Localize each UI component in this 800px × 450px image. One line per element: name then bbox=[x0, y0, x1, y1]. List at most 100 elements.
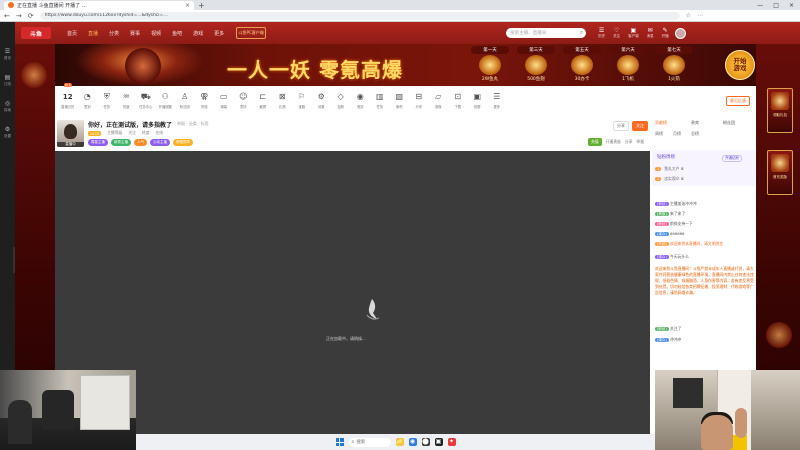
tab-month[interactable]: 月榜 bbox=[673, 131, 681, 137]
nav-item[interactable]: 首页 bbox=[67, 30, 77, 37]
tab-total[interactable]: 总榜 bbox=[691, 131, 699, 137]
tab-fans[interactable]: 粉丝团 bbox=[723, 120, 735, 126]
toolbar-item[interactable]: ▧ 鱼吧 bbox=[390, 92, 410, 109]
sidebar-item-home[interactable]: ☰ 首页 bbox=[2, 48, 13, 61]
messages-button[interactable]: ✉ 消息 bbox=[647, 27, 654, 39]
file-explorer-icon[interactable]: 📁 bbox=[395, 438, 404, 446]
open-diamond-fan-button[interactable]: 开通钻粉 bbox=[722, 155, 742, 162]
rank-row[interactable]: 2 忠实观众 ♛ bbox=[655, 176, 753, 182]
app-icon[interactable]: ▣ bbox=[434, 438, 443, 446]
sidebar-item-explore[interactable]: ◎ 探索 bbox=[2, 100, 13, 113]
toolbar-item[interactable]: ⚐ 宝箱 bbox=[292, 92, 312, 109]
toolbar-item[interactable]: ▥ 任务 bbox=[370, 92, 390, 109]
nav-item[interactable]: 视频 bbox=[151, 30, 161, 37]
sidebar-item-subscribe[interactable]: ▤ 订阅 bbox=[2, 74, 13, 87]
toolbar-item[interactable]: ⊡ 下载 bbox=[448, 92, 468, 109]
back-icon[interactable]: ← bbox=[4, 12, 10, 20]
nav-item[interactable]: 分类 bbox=[109, 30, 119, 37]
client-button[interactable]: ▣ 客户端 bbox=[628, 27, 639, 39]
toolbar-item[interactable]: ▣ 新投屏 bbox=[64, 83, 488, 109]
url-field[interactable]: https://www.douyu.com/1126xx?dyshid=…&dy… bbox=[39, 11, 680, 20]
live-calendar-button[interactable]: 12 直播日历 bbox=[58, 92, 78, 109]
nav-item[interactable]: 更多 bbox=[214, 30, 224, 37]
nav-item[interactable]: 游戏 bbox=[193, 30, 203, 37]
app-icon[interactable]: ✦ bbox=[447, 438, 456, 446]
meta-item[interactable]: 关注 bbox=[128, 130, 136, 136]
noble-button[interactable]: 开通贵族 bbox=[606, 139, 621, 145]
app-icon[interactable]: ⬤ bbox=[421, 438, 430, 446]
toolbar-item[interactable]: ▭ 弹幕 bbox=[214, 92, 234, 109]
right-promo-1[interactable]: 领取礼包 bbox=[767, 88, 793, 133]
video-player[interactable] bbox=[55, 151, 650, 434]
share-link[interactable]: 分享 bbox=[625, 139, 633, 145]
room-badge[interactable]: 新秀主播 bbox=[111, 139, 131, 146]
nav-item[interactable]: 直播 bbox=[88, 30, 98, 37]
nav-item[interactable]: 赛事 bbox=[130, 30, 140, 37]
windows-start-icon[interactable] bbox=[335, 438, 344, 446]
douyu-logo[interactable]: 斗鱼 bbox=[21, 27, 51, 39]
user-avatar[interactable] bbox=[674, 27, 686, 39]
toolbar-item[interactable]: ◉ 竞猜 bbox=[351, 92, 371, 109]
close-window-button[interactable]: × bbox=[789, 2, 794, 9]
toolbar-item[interactable]: ⚙ 设置 bbox=[312, 92, 332, 109]
toolbar-item[interactable]: ⛟ 任务中心 bbox=[136, 92, 156, 109]
reload-icon[interactable]: ⟳ bbox=[28, 12, 34, 20]
toolbar-item[interactable]: ☰ 更多 bbox=[487, 92, 507, 109]
room-badge[interactable]: 荣耀勋章 bbox=[173, 139, 193, 146]
toolbar-item[interactable]: ◔有奖签到 bbox=[64, 83, 98, 109]
minimize-button[interactable]: — bbox=[757, 2, 763, 9]
tab-close-icon[interactable]: × bbox=[185, 2, 190, 9]
chat-message[interactable]: [粉丝] 主播加油冲冲冲 bbox=[655, 201, 753, 207]
chat-message[interactable]: [贵族] 来了来了 bbox=[655, 211, 753, 217]
game-banner[interactable]: 一人一妖 零氪高爆 第一天 2W鱼丸 第三天 500鱼翅 第五天 30办卡 第六天 1飞… bbox=[55, 44, 756, 86]
forward-icon[interactable]: → bbox=[16, 12, 22, 20]
browser-tab[interactable]: 正在直播 斗鱼直播间 开播了 … × bbox=[4, 0, 194, 10]
chat-message[interactable]: [粉丝] 关注了 bbox=[655, 326, 753, 332]
toolbar-item[interactable]: ⊠ 礼物 bbox=[273, 92, 293, 109]
recharge-button[interactable]: 充值 bbox=[588, 138, 602, 146]
follow-button[interactable]: 关注 bbox=[632, 121, 648, 131]
toolbar-item[interactable]: ▱ 录像 bbox=[429, 92, 449, 109]
chat-message[interactable]: [观众] 冲冲冲 bbox=[655, 337, 753, 343]
browser-menu-icon[interactable]: ⋯ bbox=[697, 12, 703, 19]
start-game-button[interactable]: 开始 游戏 bbox=[725, 50, 755, 80]
feedback-button[interactable]: 意见反馈 bbox=[726, 95, 750, 106]
follow-list-button[interactable]: ♡ 关注 bbox=[613, 27, 620, 39]
toolbar-item[interactable]: ⊏ 截屏 bbox=[253, 92, 273, 109]
rank-row[interactable]: 1 鱼丸大户 ♛ bbox=[655, 166, 753, 172]
search-icon[interactable]: ⌕ bbox=[580, 29, 583, 37]
toolbar-item[interactable]: ◇ 钻粉 bbox=[331, 92, 351, 109]
go-live-button[interactable]: ✎ 开播 bbox=[662, 27, 669, 39]
anchor-avatar[interactable]: 直播中 bbox=[57, 120, 84, 147]
chat-message[interactable]: [观众] 666666 bbox=[655, 231, 753, 237]
maximize-button[interactable]: □ bbox=[773, 2, 779, 9]
bookmark-icon[interactable]: ☆ bbox=[686, 12, 691, 19]
toolbar-item[interactable]: ⛨ 任务 bbox=[97, 92, 117, 109]
tab-vip[interactable]: 贵宾 bbox=[691, 120, 699, 126]
history-button[interactable]: ☰ 历史 bbox=[598, 27, 605, 39]
chat-message[interactable]: [观众] 今天玩什么 bbox=[655, 254, 753, 260]
download-client-button[interactable]: 斗鱼PC客户端 bbox=[236, 27, 267, 39]
toolbar-item[interactable]: ♙ 粉丝团 bbox=[175, 92, 195, 109]
toolbar-item[interactable]: ⊟ 分享 bbox=[409, 92, 429, 109]
sidebar-item-settings[interactable]: ⚙ 设置 bbox=[2, 126, 13, 139]
right-promo-2[interactable]: 首充奖励 bbox=[767, 150, 793, 195]
taskbar-search[interactable]: ⌕ 搜索 bbox=[348, 437, 391, 447]
tab-week[interactable]: 周榜 bbox=[655, 131, 663, 137]
site-search-input[interactable]: 搜索主播、直播间 ⌕ bbox=[506, 28, 587, 38]
toolbar-item[interactable]: ⚇ 开播提醒 bbox=[156, 92, 176, 109]
tab-contribution[interactable]: 贡献榜 bbox=[655, 120, 667, 126]
room-badge[interactable]: 周星主播 bbox=[88, 139, 108, 146]
share-button[interactable]: 分享 bbox=[613, 121, 629, 131]
nav-item[interactable]: 鱼吧 bbox=[172, 30, 182, 37]
toolbar-item[interactable]: ⚢ 贵族 bbox=[195, 92, 215, 109]
chat-message[interactable]: [系统] 欢迎来到本直播间，请文明发言 bbox=[655, 241, 753, 247]
room-title-extra[interactable]: 举报 · 分类 · 标签 bbox=[177, 121, 209, 127]
toolbar-item[interactable]: ♒ 热度 bbox=[117, 92, 137, 109]
edge-browser-icon[interactable]: ◉ bbox=[408, 438, 417, 446]
room-badge[interactable]: 心动主播 bbox=[150, 139, 170, 146]
room-badge[interactable]: 人气 bbox=[134, 139, 147, 146]
toolbar-item[interactable]: ☺ 表情 bbox=[234, 92, 254, 109]
new-tab-button[interactable]: + bbox=[198, 1, 205, 10]
chat-message[interactable]: [粉丝] 前排支持一下 bbox=[655, 221, 753, 227]
